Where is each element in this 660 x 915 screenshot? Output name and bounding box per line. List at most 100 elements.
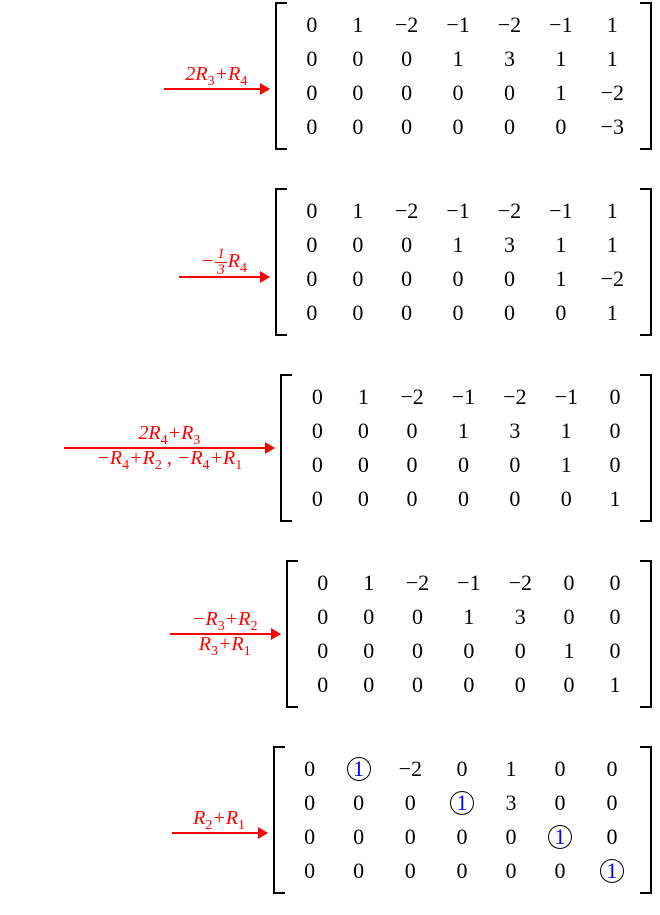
row-operation-arrow: R2+R1: [172, 807, 267, 834]
matrix-cell: 0: [300, 634, 346, 668]
matrix-table: 01−2−1−2−10000131000000100000001: [294, 380, 638, 516]
matrix-cell: 0: [294, 380, 340, 414]
matrix-cell: 0: [432, 110, 483, 144]
arrow-label: 2R4+R3: [138, 422, 200, 449]
matrix-cell: 0: [287, 854, 333, 888]
matrix-cell: 0: [436, 752, 488, 786]
table-row: 0000010: [300, 634, 638, 668]
matrix-cell: 1: [587, 194, 638, 228]
matrix-cell: −2: [495, 566, 546, 600]
matrix-cell: −1: [432, 194, 483, 228]
matrix-cell: −2: [392, 566, 443, 600]
matrix-cell: 0: [335, 110, 381, 144]
bracket-right-icon: [640, 560, 652, 708]
matrix-cell: 0: [346, 600, 392, 634]
matrix-cell: −2: [385, 752, 436, 786]
matrix-cell: 1: [587, 228, 638, 262]
matrix-cell: 0: [586, 786, 638, 820]
matrix-cell: 0: [489, 482, 540, 516]
matrix-cell: 0: [495, 634, 546, 668]
matrix-cell: −2: [489, 380, 540, 414]
matrix-cell: 0: [300, 566, 346, 600]
matrix-table: 01−2−1−200000130000000100000001: [300, 566, 638, 702]
matrix-cell: 0: [294, 414, 340, 448]
matrix-cell: 1: [534, 820, 586, 854]
matrix-cell: 0: [592, 634, 638, 668]
matrix: 01−2−1−200000130000000100000001: [286, 560, 652, 708]
matrix-cell: 0: [586, 752, 638, 786]
matrix-cell: 0: [432, 76, 483, 110]
table-row: 000001−2: [289, 262, 638, 296]
matrix-table: 01−2−1−2−110001311000001−20000001: [289, 194, 638, 330]
matrix-cell: 1: [335, 194, 381, 228]
matrix-cell: 0: [289, 262, 335, 296]
matrix-cell: 0: [535, 110, 586, 144]
arrow-label: −13R4: [201, 247, 247, 278]
matrix-cell: −1: [438, 380, 489, 414]
matrix-cell: 0: [546, 668, 592, 702]
table-row: 0000010: [294, 448, 638, 482]
arrow-label: −R3+R2: [192, 608, 257, 635]
matrix-cell: −2: [587, 76, 638, 110]
matrix-cell: −2: [381, 194, 432, 228]
matrix-cell: 0: [592, 448, 638, 482]
matrix-cell: 1: [535, 76, 586, 110]
bracket-right-icon: [640, 188, 652, 336]
matrix-cell: 3: [488, 786, 534, 820]
matrix-cell: 0: [586, 820, 638, 854]
matrix-cell: 0: [289, 42, 335, 76]
matrix-cell: 0: [289, 194, 335, 228]
matrix-cell: 0: [592, 600, 638, 634]
matrix-cell: 0: [436, 820, 488, 854]
matrix-cell: 1: [586, 854, 638, 888]
matrix-cell: 0: [287, 786, 333, 820]
matrix-cell: 0: [488, 854, 534, 888]
matrix-cell: 0: [436, 854, 488, 888]
matrix-cell: 0: [386, 414, 437, 448]
row-operation-arrow: −13R4: [179, 247, 269, 278]
arrow-sublabel: R3+R1: [199, 633, 251, 660]
matrix-cell: 0: [289, 76, 335, 110]
arrow-icon: [164, 88, 269, 90]
arrow-icon: [172, 832, 267, 834]
arrow-icon: [64, 447, 274, 449]
table-row: 0000001: [287, 854, 638, 888]
matrix-cell: 1: [346, 566, 392, 600]
matrix-cell: 0: [546, 600, 592, 634]
matrix-cell: 3: [484, 42, 535, 76]
table-row: 0000010: [287, 820, 638, 854]
matrix-cell: 0: [300, 668, 346, 702]
table-row: 0001300: [287, 786, 638, 820]
matrix-cell: 0: [333, 854, 385, 888]
matrix-cell: 0: [381, 110, 432, 144]
matrix-cell: 3: [484, 228, 535, 262]
matrix-cell: 0: [289, 8, 335, 42]
matrix-cell: 0: [592, 380, 638, 414]
matrix-cell: 1: [340, 380, 386, 414]
pivot-circle-icon: 1: [600, 859, 624, 883]
step-row: 2R3+R401−2−1−2−110001311000001−2000000−3: [0, 2, 660, 150]
matrix-cell: 0: [432, 296, 483, 330]
matrix-cell: 0: [335, 76, 381, 110]
matrix-cell: 0: [340, 414, 386, 448]
arrow-icon: [170, 633, 280, 635]
bracket-left-icon: [273, 746, 285, 894]
matrix-table: 01−20100000130000000100000001: [287, 752, 638, 888]
matrix: 01−2−1−2−10000131000000100000001: [280, 374, 652, 522]
matrix-cell: 0: [484, 76, 535, 110]
matrix-cell: 1: [436, 786, 488, 820]
matrix-cell: −1: [535, 194, 586, 228]
matrix-cell: 1: [488, 752, 534, 786]
matrix-cell: 0: [287, 752, 333, 786]
matrix-cell: 0: [495, 668, 546, 702]
matrix-cell: 0: [484, 262, 535, 296]
matrix-cell: 0: [287, 820, 333, 854]
matrix-cell: 0: [592, 566, 638, 600]
matrix-cell: 0: [592, 414, 638, 448]
matrix-cell: 0: [546, 566, 592, 600]
matrix-cell: −2: [386, 380, 437, 414]
matrix-cell: 1: [335, 8, 381, 42]
row-operation-arrow: 2R4+R3−R4+R2 , −R4+R1: [64, 422, 274, 474]
matrix-cell: 0: [443, 634, 494, 668]
matrix-cell: 0: [443, 668, 494, 702]
